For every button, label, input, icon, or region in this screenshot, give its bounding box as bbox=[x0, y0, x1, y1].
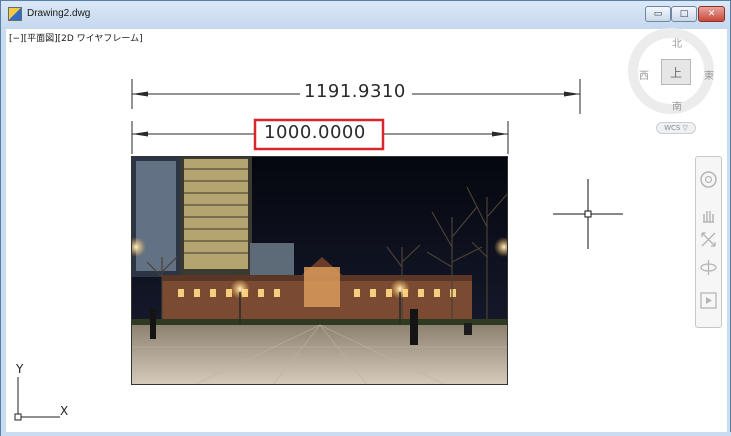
raster-image[interactable] bbox=[131, 156, 508, 385]
viewcube-north[interactable]: 北 bbox=[672, 35, 682, 50]
window-title: Drawing2.dwg bbox=[27, 8, 91, 19]
drawing-canvas[interactable]: [−][平面図][2D ワイヤフレーム] 1191.9310 1000.0000… bbox=[6, 29, 727, 432]
viewcube-top-label: 上 bbox=[669, 65, 682, 80]
close-icon: ✕ bbox=[707, 9, 716, 19]
steering-wheel-icon[interactable] bbox=[699, 170, 718, 189]
ucs-y-label: Y bbox=[16, 362, 24, 376]
night-station-photo bbox=[132, 157, 507, 384]
minimize-icon: ▭ bbox=[653, 9, 663, 19]
outer-dimension-text[interactable]: 1191.9310 bbox=[302, 81, 408, 102]
viewcube-top-face[interactable]: 上 bbox=[661, 59, 691, 85]
app-window: Drawing2.dwg ▭ □ ✕ [−][平面図][2D ワイヤフレーム] bbox=[0, 0, 731, 436]
maximize-icon: □ bbox=[679, 9, 689, 19]
orbit-icon[interactable] bbox=[699, 258, 718, 277]
wcs-label: WCS ▽ bbox=[664, 124, 688, 132]
navigation-bar bbox=[695, 156, 722, 328]
window-bottom-border bbox=[1, 432, 731, 436]
minimize-button[interactable]: ▭ bbox=[645, 6, 671, 22]
viewcube-west[interactable]: 西 bbox=[639, 67, 649, 82]
close-button[interactable]: ✕ bbox=[698, 6, 725, 22]
wcs-menu[interactable]: WCS ▽ bbox=[656, 122, 696, 134]
inner-dimension-text[interactable]: 1000.0000 bbox=[262, 122, 368, 143]
ucs-x-label: X bbox=[60, 404, 69, 418]
zoom-extents-icon[interactable] bbox=[699, 230, 718, 249]
crosshair-cursor-icon bbox=[553, 179, 623, 249]
ucs-icon bbox=[14, 377, 60, 421]
showmotion-icon[interactable] bbox=[699, 291, 718, 310]
viewcube-east[interactable]: 東 bbox=[704, 67, 714, 82]
viewcube-south[interactable]: 南 bbox=[672, 98, 682, 113]
autocad-file-icon[interactable] bbox=[8, 7, 22, 21]
maximize-button[interactable]: □ bbox=[671, 6, 697, 22]
pan-hand-icon[interactable] bbox=[699, 206, 718, 225]
